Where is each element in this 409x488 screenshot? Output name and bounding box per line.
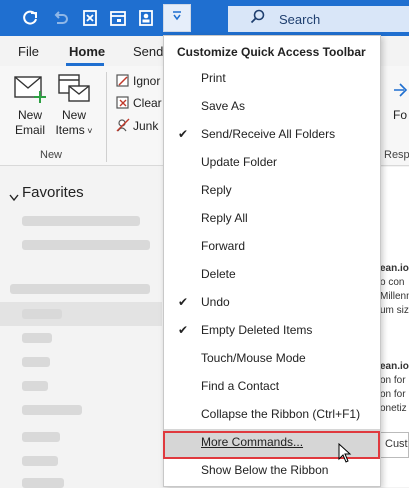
message-snippet: ean.io (380, 361, 409, 372)
menu-item[interactable]: Touch/Mouse Mode (164, 345, 380, 373)
search-box[interactable]: Search (228, 6, 409, 32)
chevron-down-icon: ˅ (84, 126, 93, 136)
menu-item-label: Show Below the Ribbon (201, 463, 329, 477)
menu-item-label: Find a Contact (201, 379, 280, 393)
tab-home[interactable]: Home (69, 44, 105, 59)
blurred-folder[interactable] (22, 405, 82, 415)
blurred-folder[interactable] (22, 240, 150, 250)
ribbon-divider (106, 72, 107, 162)
menu-item[interactable]: Update Folder (164, 149, 380, 177)
message-snippet: um siz (380, 305, 409, 316)
message-snippet: o con (380, 277, 405, 288)
cursor-icon (338, 442, 352, 468)
new-items-label: New Items (55, 108, 86, 137)
junk-button[interactable]: Junk (133, 119, 158, 133)
message-snippet: on for (380, 389, 406, 400)
junk-icon (116, 118, 130, 137)
menu-item-label: Update Folder (201, 155, 278, 169)
mail-icon (14, 74, 46, 109)
blurred-folder[interactable] (22, 357, 50, 367)
message-snippet: onetiz (380, 403, 407, 414)
refresh-icon[interactable] (18, 6, 42, 30)
new-email-button[interactable]: New Email (10, 108, 50, 138)
blurred-folder[interactable] (22, 432, 60, 442)
forward-icon (392, 76, 408, 105)
chevron-down-icon (171, 9, 183, 27)
menu-item[interactable]: Reply All (164, 205, 380, 233)
menu-item[interactable]: Delete (164, 261, 380, 289)
menu-item-label: Send/Receive All Folders (201, 127, 336, 141)
blurred-folder[interactable] (22, 216, 140, 226)
menu-item[interactable]: Save As (164, 93, 380, 121)
menu-item-label: Print (201, 71, 226, 85)
group-respond-label: Resp (384, 149, 409, 161)
chevron-down-icon (9, 189, 19, 207)
message-snippet: Millenn (380, 291, 409, 302)
customize-qat-menu: Customize Quick Access Toolbar Print Save… (163, 35, 381, 487)
check-icon: ✔ (178, 295, 189, 309)
menu-item[interactable]: ✔ Undo (164, 289, 380, 317)
new-email-label: New Email (14, 108, 45, 137)
contact-icon[interactable] (134, 6, 158, 30)
menu-item-label: Collapse the Ribbon (Ctrl+F1) (201, 407, 361, 421)
clean-up-button[interactable]: Clear (133, 96, 162, 110)
menu-item-label: Save As (201, 99, 246, 113)
menu-item-label: Undo (201, 295, 230, 309)
undo-icon[interactable] (48, 6, 72, 30)
menu-item-label: Empty Deleted Items (201, 323, 313, 337)
menu-item[interactable]: Find a Contact (164, 373, 380, 401)
message-snippet: ean.io (380, 263, 409, 274)
menu-item-label: Forward (201, 239, 246, 253)
menu-item-label: Touch/Mouse Mode (201, 351, 306, 365)
favorites-header[interactable]: Favorites (22, 184, 84, 201)
menu-item[interactable]: Reply (164, 177, 380, 205)
menu-item[interactable]: Collapse the Ribbon (Ctrl+F1) (164, 401, 380, 429)
blurred-folder[interactable] (10, 284, 150, 294)
menu-item-label: Reply (201, 183, 232, 197)
menu-item-label: Reply All (201, 211, 248, 225)
tab-file[interactable]: File (18, 44, 39, 59)
search-icon (250, 9, 265, 29)
blurred-folder[interactable] (22, 381, 48, 391)
calendar-add-icon (57, 72, 91, 109)
tab-send[interactable]: Send (133, 44, 163, 59)
group-new-label: New (40, 149, 63, 161)
blurred-folder[interactable] (22, 309, 62, 319)
menu-item[interactable]: ✔ Empty Deleted Items (164, 317, 380, 345)
blurred-folder[interactable] (22, 456, 58, 466)
menu-item[interactable]: Print (164, 65, 380, 93)
blurred-folder[interactable] (22, 333, 52, 343)
check-icon: ✔ (178, 127, 189, 141)
search-label: Search (279, 11, 321, 27)
menu-item[interactable]: Forward (164, 233, 380, 261)
forward-button-partial[interactable]: Fo (393, 108, 407, 122)
menu-item-label: Delete (201, 267, 236, 281)
customize-button-partial[interactable]: Cust (380, 432, 409, 458)
ignore-icon (116, 74, 130, 93)
qat-customize-button[interactable] (163, 4, 191, 32)
new-items-button[interactable]: New Items ˅ (50, 108, 98, 139)
menu-item[interactable]: ✔ Send/Receive All Folders (164, 121, 380, 149)
calendar-icon[interactable] (106, 6, 130, 30)
menu-title: Customize Quick Access Toolbar (177, 45, 366, 59)
ignore-button[interactable]: Ignor (133, 74, 160, 88)
check-icon: ✔ (178, 323, 189, 337)
message-snippet: on for (380, 375, 406, 386)
excel-icon[interactable] (78, 6, 102, 30)
clean-up-icon (116, 96, 130, 115)
